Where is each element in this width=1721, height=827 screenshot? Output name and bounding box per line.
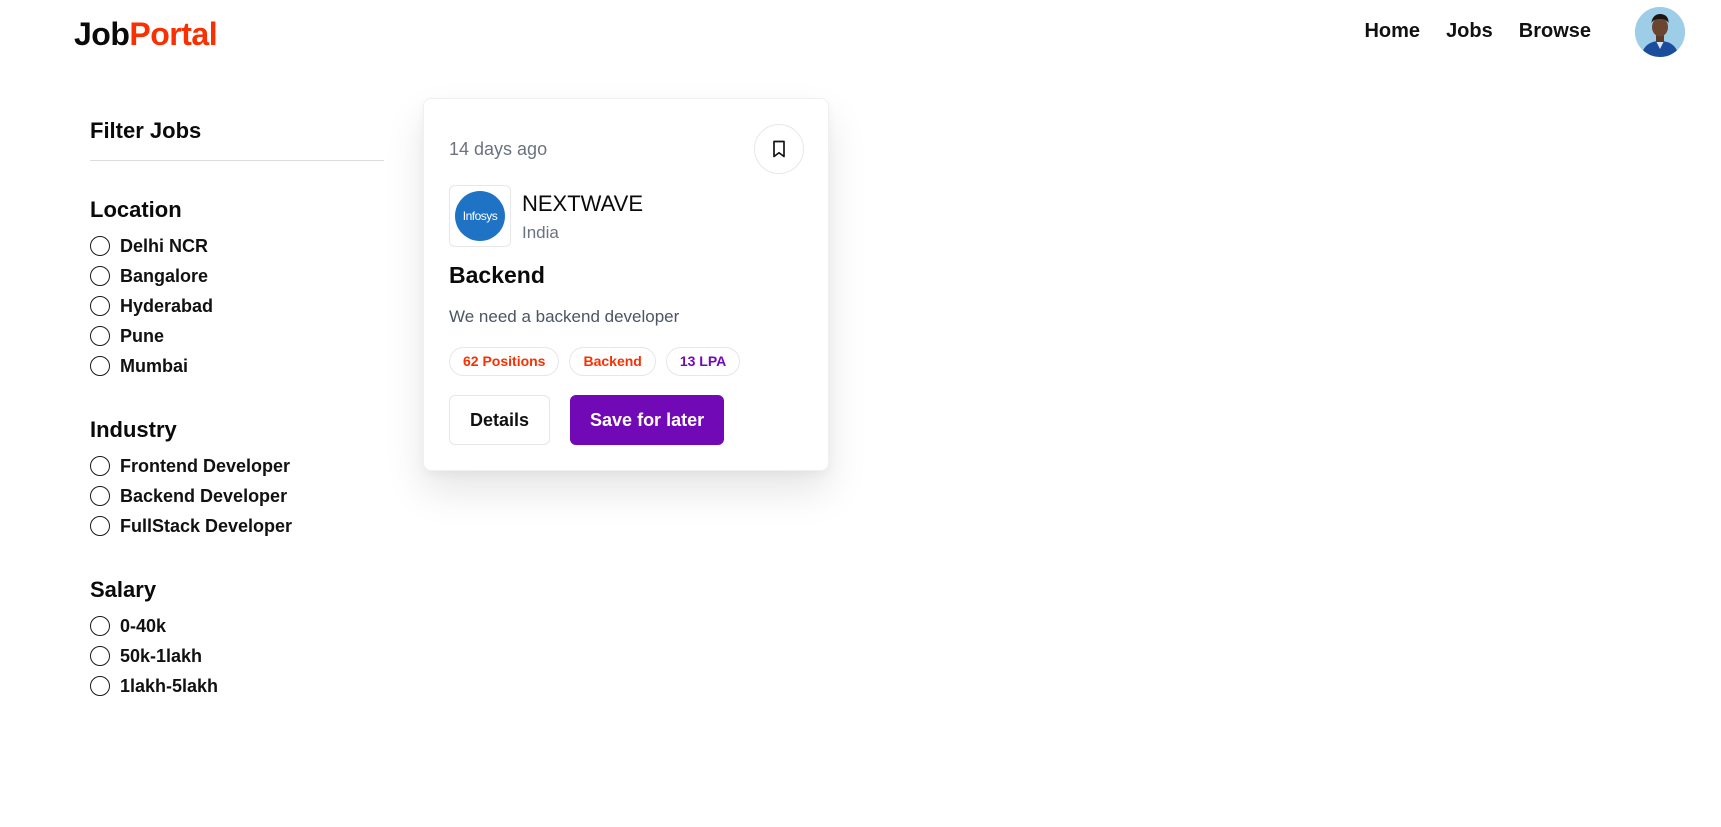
radio-button[interactable] [90,266,110,286]
filter-option[interactable]: 0-40k [90,611,384,641]
filter-option[interactable]: FullStack Developer [90,511,384,541]
details-button[interactable]: Details [449,395,551,445]
filter-group-title: Location [90,197,182,222]
filter-option-label: Hyderabad [120,295,214,316]
company-name: NEXTWAVE [522,191,644,216]
filter-option-label: 50k-1lakh [120,645,203,666]
filter-sidebar: Filter Jobs Location Delhi NCR Bangalore… [90,114,384,701]
avatar-image [1635,7,1685,57]
logo-text-portal: Portal [129,16,218,52]
radio-button[interactable] [90,236,110,256]
job-description: We need a backend developer [449,307,680,326]
filter-option[interactable]: Frontend Developer [90,451,384,481]
filter-option[interactable]: Delhi NCR [90,231,384,261]
company-logo-box: Infosys [449,185,511,247]
radio-button[interactable] [90,676,110,696]
filter-option[interactable]: 1lakh-5lakh [90,671,384,701]
filter-option-label: Frontend Developer [120,455,291,476]
radio-button[interactable] [90,326,110,346]
filter-title: Filter Jobs [90,118,202,143]
filter-group-location: Location Delhi NCR Bangalore Hyderabad P… [90,195,384,381]
company-logo: Infosys [455,191,505,241]
filter-option-label: Delhi NCR [120,235,209,256]
positions-badge: 62 Positions [449,347,560,376]
filter-option-label: Mumbai [120,355,189,376]
radio-button[interactable] [90,456,110,476]
filter-group-title: Industry [90,417,177,442]
job-card[interactable]: 14 days ago Infosys NEXTWAVE India Backe… [423,98,829,471]
filter-option-label: Bangalore [120,265,209,286]
nav-home[interactable]: Home [1364,20,1420,43]
filter-group-title: Salary [90,577,157,602]
filter-option-label: FullStack Developer [120,515,293,536]
radio-button[interactable] [90,486,110,506]
filter-option[interactable]: Mumbai [90,351,384,381]
nav-browse[interactable]: Browse [1519,20,1591,43]
filter-option-label: Backend Developer [120,485,288,506]
logo[interactable]: JobPortal [74,14,218,54]
navbar: JobPortal Home Jobs Browse [0,0,1721,68]
job-type-badge: Backend [569,347,656,376]
filter-option-label: Pune [120,325,165,346]
radio-button[interactable] [90,296,110,316]
bookmark-button[interactable] [754,124,804,174]
filter-option[interactable]: 50k-1lakh [90,641,384,671]
nav-jobs[interactable]: Jobs [1446,20,1493,43]
salary-badge: 13 LPA [665,347,741,376]
filter-group-salary: Salary 0-40k 50k-1lakh 1lakh-5lakh [90,575,384,701]
radio-button[interactable] [90,356,110,376]
filter-option-label: 1lakh-5lakh [120,675,219,696]
filter-group-industry: Industry Frontend Developer Backend Deve… [90,415,384,541]
nav-links: Home Jobs Browse [1364,20,1591,43]
filter-option[interactable]: Bangalore [90,261,384,291]
filter-option[interactable]: Pune [90,321,384,351]
save-for-later-button[interactable]: Save for later [570,395,725,445]
filter-option[interactable]: Backend Developer [90,481,384,511]
filter-option[interactable]: Hyderabad [90,291,384,321]
radio-button[interactable] [90,646,110,666]
filter-option-label: 0-40k [120,615,167,636]
user-avatar[interactable] [1635,7,1685,57]
radio-button[interactable] [90,616,110,636]
posted-time: 14 days ago [449,139,548,159]
radio-button[interactable] [90,516,110,536]
job-title: Backend [449,262,545,288]
filter-divider [90,160,384,161]
bookmark-icon [773,140,785,158]
card-actions: Details Save for later [449,395,725,445]
company-location: India [522,223,559,242]
job-badges: 62 Positions Backend 13 LPA [449,347,741,376]
logo-text-job: Job [74,16,130,52]
